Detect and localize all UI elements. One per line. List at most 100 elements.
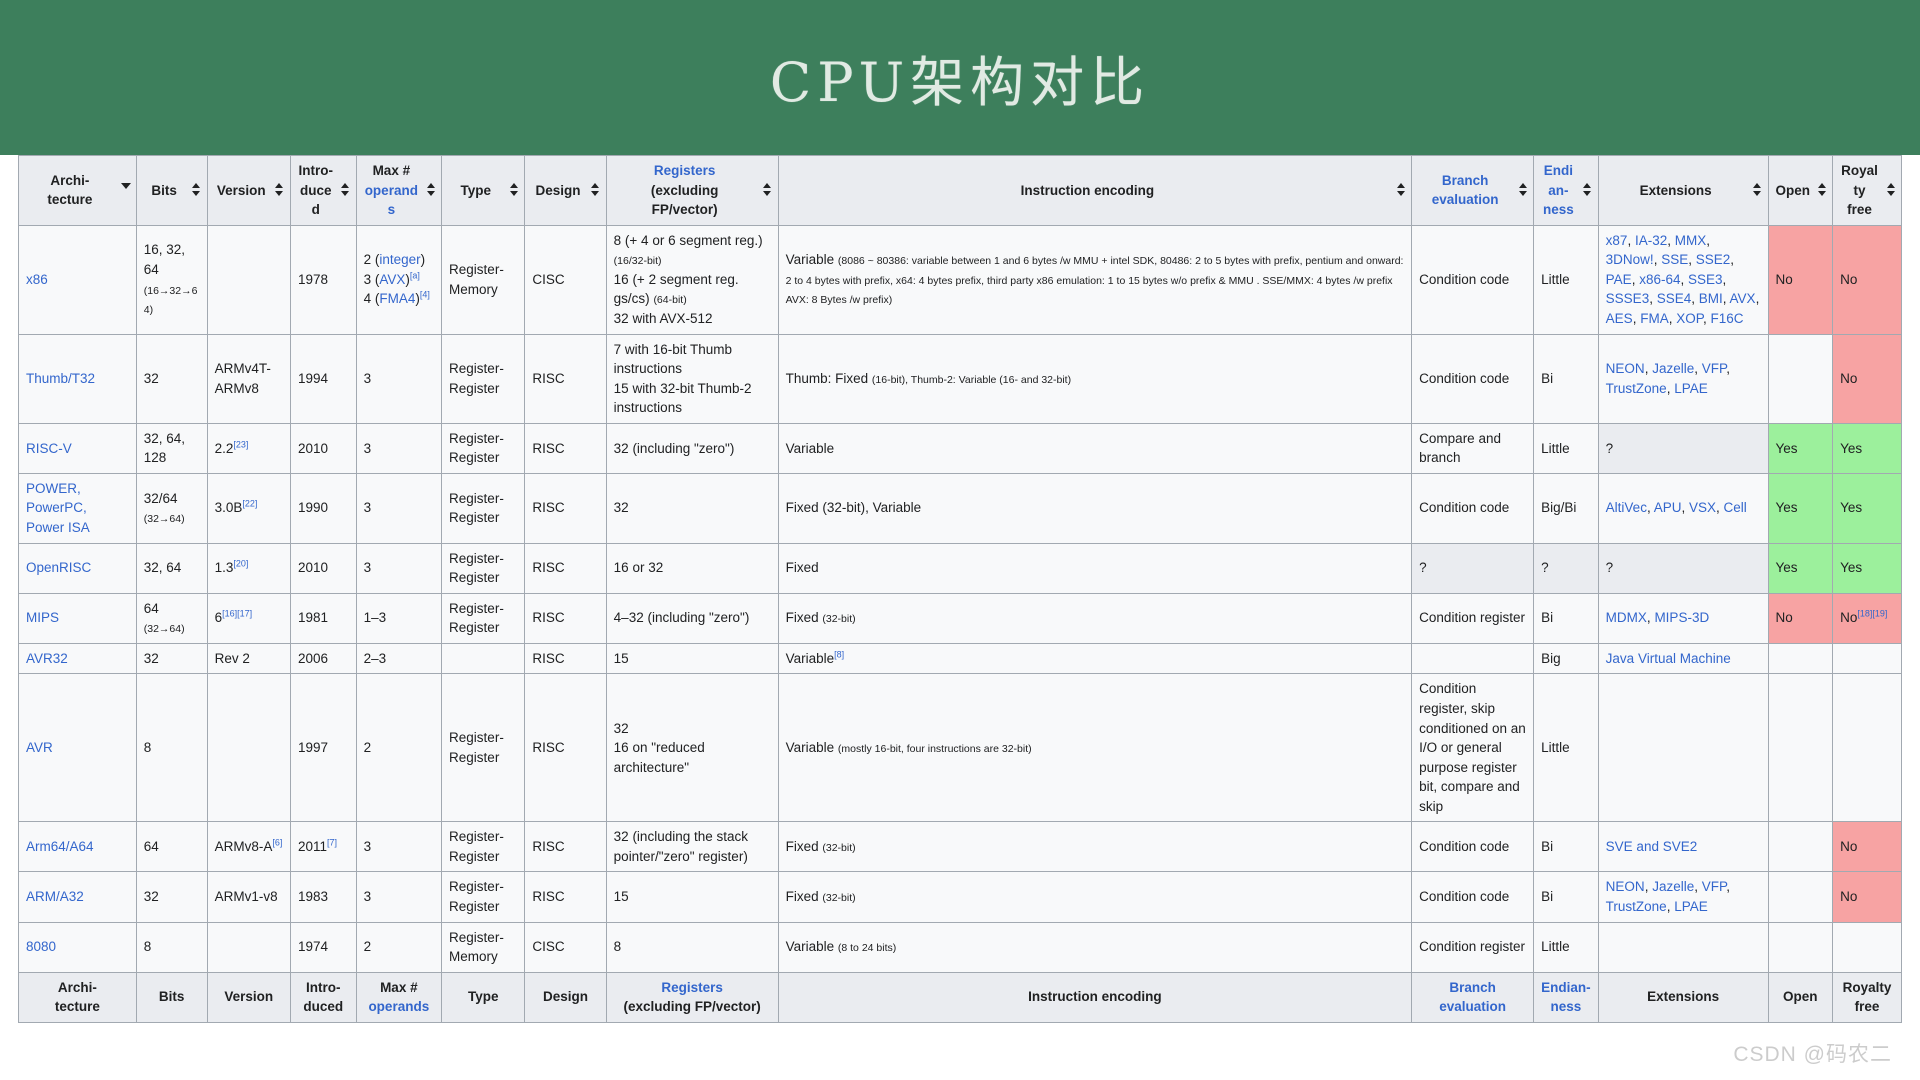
extension-link[interactable]: SVE and SVE2 — [1606, 839, 1698, 854]
extension-link[interactable]: SSE4 — [1657, 291, 1692, 306]
sort-toggle-icon[interactable] — [1753, 183, 1762, 197]
sort-toggle-icon[interactable] — [1817, 183, 1826, 197]
extension-link[interactable]: SSSE3 — [1606, 291, 1650, 306]
column-header-link[interactable]: Branch — [1442, 173, 1489, 188]
column-header-type[interactable]: Type — [441, 155, 526, 226]
column-header-intro[interactable]: Intro-duced — [289, 155, 357, 226]
sort-descending-icon[interactable] — [120, 183, 131, 197]
architecture-link[interactable]: 8080 — [26, 939, 56, 954]
column-header-link[interactable]: Endian- — [1544, 163, 1573, 198]
extension-link[interactable]: MDMX — [1606, 610, 1647, 625]
extension-link[interactable]: BMI — [1699, 291, 1723, 306]
operand-type-link[interactable]: integer — [379, 252, 420, 267]
sort-toggle-icon[interactable] — [509, 183, 518, 197]
operand-type-link[interactable]: AVX — [379, 272, 405, 287]
column-header-open[interactable]: Open — [1767, 155, 1834, 226]
extension-link[interactable]: TrustZone — [1606, 381, 1667, 396]
architecture-link[interactable]: Arm64/A64 — [26, 839, 94, 854]
extension-link[interactable]: NEON — [1606, 879, 1645, 894]
footer-column-header-link[interactable]: ness — [1550, 999, 1581, 1014]
reference-marker[interactable]: [17] — [237, 609, 252, 619]
extension-link[interactable]: VFP — [1702, 361, 1727, 376]
column-header-branch-evaluation[interactable]: Branch evaluation — [1411, 155, 1535, 226]
extension-link[interactable]: Jazelle — [1652, 879, 1694, 894]
extension-link[interactable]: NEON — [1606, 361, 1645, 376]
reference-marker[interactable]: [23] — [233, 439, 248, 449]
architecture-link[interactable]: AVR — [26, 740, 53, 755]
extension-link[interactable]: MMX — [1675, 233, 1707, 248]
sort-toggle-icon[interactable] — [426, 183, 435, 197]
reference-marker[interactable]: [7] — [327, 838, 337, 848]
extension-link[interactable]: x87 — [1606, 233, 1628, 248]
column-header-link[interactable]: ness — [1543, 202, 1574, 217]
column-header-archi[interactable]: Archi-tecture — [18, 155, 137, 226]
extension-link[interactable]: SSE2 — [1696, 252, 1731, 267]
column-header-registers[interactable]: Registers (excluding FP/vector) — [605, 155, 779, 226]
reference-marker[interactable]: [6] — [272, 838, 282, 848]
architecture-link[interactable]: RISC-V — [26, 441, 72, 456]
extension-link[interactable]: VFP — [1702, 879, 1727, 894]
extension-link[interactable]: XOP — [1676, 311, 1703, 326]
extension-link[interactable]: SSE3 — [1688, 272, 1723, 287]
extension-link[interactable]: Java Virtual Machine — [1606, 651, 1731, 666]
sort-toggle-icon[interactable] — [341, 183, 350, 197]
sort-toggle-icon[interactable] — [763, 183, 772, 197]
architecture-link[interactable]: Thumb/T32 — [26, 371, 95, 386]
extension-link[interactable]: F16C — [1711, 311, 1744, 326]
sort-toggle-icon[interactable] — [1396, 183, 1405, 197]
footer-column-header-link[interactable]: operands — [368, 999, 429, 1014]
footer-column-header-link[interactable]: Branch — [1449, 980, 1496, 995]
reference-marker[interactable]: [19] — [1872, 609, 1887, 619]
extension-link[interactable]: MIPS-3D — [1654, 610, 1709, 625]
column-header-link[interactable]: evaluation — [1432, 192, 1499, 207]
column-header-bits[interactable]: Bits — [135, 155, 208, 226]
extension-link[interactable]: SSE — [1661, 252, 1688, 267]
operand-type-link[interactable]: FMA4 — [379, 291, 415, 306]
reference-marker[interactable]: [a] — [410, 270, 420, 280]
reference-marker[interactable]: [4] — [420, 290, 430, 300]
extension-link[interactable]: LPAE — [1674, 899, 1708, 914]
architecture-link[interactable]: POWER, PowerPC, Power ISA — [26, 481, 90, 535]
extension-link[interactable]: Jazelle — [1652, 361, 1694, 376]
column-header-operands[interactable]: Max # operands — [355, 155, 443, 226]
footer-column-header-link[interactable]: evaluation — [1439, 999, 1506, 1014]
extension-link[interactable]: LPAE — [1674, 381, 1708, 396]
reference-marker[interactable]: [8] — [834, 649, 844, 659]
extension-link[interactable]: APU — [1654, 500, 1682, 515]
extension-link[interactable]: AltiVec — [1606, 500, 1647, 515]
sort-toggle-icon[interactable] — [275, 183, 284, 197]
sort-toggle-icon[interactable] — [192, 183, 201, 197]
column-header-endianness[interactable]: Endian-ness — [1533, 155, 1599, 226]
extension-link[interactable]: 3DNow! — [1606, 252, 1654, 267]
column-header-link[interactable]: operands — [365, 183, 418, 218]
reference-marker[interactable]: [18] — [1857, 609, 1872, 619]
architecture-link[interactable]: x86 — [26, 272, 48, 287]
column-header-design[interactable]: Design — [524, 155, 607, 226]
column-header-link[interactable]: Registers — [654, 163, 716, 178]
column-header-instruction-encoding[interactable]: Instruction encoding — [777, 155, 1413, 226]
architecture-link[interactable]: AVR32 — [26, 651, 68, 666]
sort-toggle-icon[interactable] — [1583, 183, 1592, 197]
sort-toggle-icon[interactable] — [1886, 183, 1895, 197]
footer-column-header-link[interactable]: Registers — [661, 980, 723, 995]
extension-link[interactable]: PAE — [1606, 272, 1632, 287]
sort-toggle-icon[interactable] — [591, 183, 600, 197]
architecture-link[interactable]: MIPS — [26, 610, 59, 625]
extension-link[interactable]: AES — [1606, 311, 1633, 326]
reference-marker[interactable]: [22] — [242, 499, 257, 509]
column-header-royalty[interactable]: Royalty free — [1832, 155, 1902, 226]
extension-link[interactable]: TrustZone — [1606, 899, 1667, 914]
extension-link[interactable]: AVX — [1730, 291, 1756, 306]
reference-marker[interactable]: [20] — [233, 559, 248, 569]
extension-link[interactable]: IA-32 — [1635, 233, 1667, 248]
column-header-version[interactable]: Version — [206, 155, 291, 226]
extension-link[interactable]: Cell — [1724, 500, 1747, 515]
sort-toggle-icon[interactable] — [1518, 183, 1527, 197]
architecture-link[interactable]: ARM/A32 — [26, 889, 84, 904]
footer-column-header-link[interactable]: Endian- — [1541, 980, 1591, 995]
extension-link[interactable]: x86-64 — [1639, 272, 1680, 287]
architecture-link[interactable]: OpenRISC — [26, 560, 91, 575]
extension-link[interactable]: VSX — [1689, 500, 1716, 515]
extension-link[interactable]: FMA — [1640, 311, 1669, 326]
column-header-extensions[interactable]: Extensions — [1597, 155, 1769, 226]
